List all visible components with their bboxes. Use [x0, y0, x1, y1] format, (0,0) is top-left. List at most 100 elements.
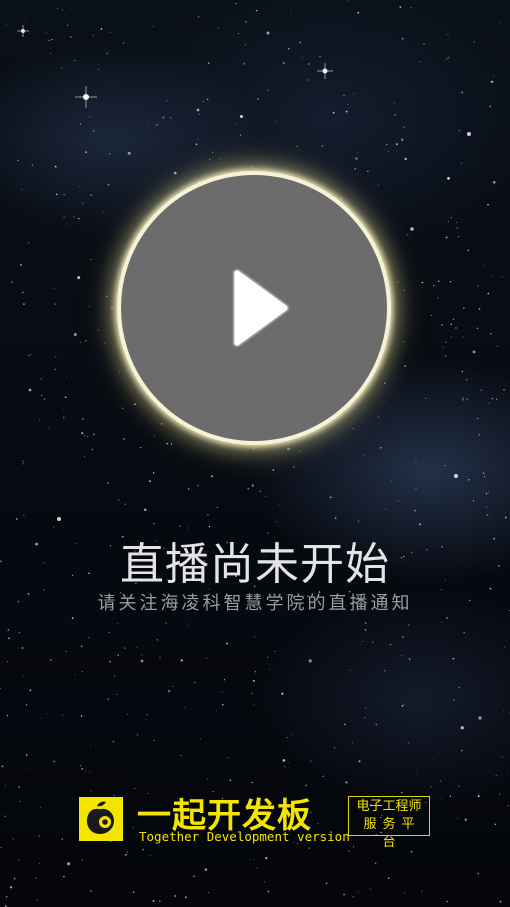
star: [65, 650, 68, 653]
star: [353, 93, 355, 95]
star: [25, 704, 28, 706]
star: [274, 886, 276, 887]
star: [71, 617, 74, 619]
star: [348, 865, 350, 867]
star: [364, 622, 367, 624]
star: [90, 890, 92, 892]
star: [387, 877, 390, 879]
star: [90, 258, 92, 260]
star: [40, 378, 42, 380]
star: [222, 704, 224, 706]
star: [254, 671, 257, 673]
star: [197, 16, 200, 18]
star: [187, 487, 190, 490]
star: [460, 162, 463, 165]
star: [495, 398, 498, 400]
star: [362, 641, 364, 643]
star: [404, 365, 406, 367]
play-button[interactable]: [117, 171, 391, 445]
star: [410, 7, 412, 9]
star: [396, 143, 398, 145]
star: [81, 768, 83, 770]
star: [211, 475, 213, 478]
star: [450, 323, 452, 326]
star: [149, 480, 151, 482]
star: [391, 480, 393, 482]
star: [193, 875, 195, 877]
star: [6, 896, 8, 898]
star: [20, 264, 22, 266]
star: [31, 164, 34, 166]
star: [140, 447, 142, 449]
star: [243, 63, 246, 65]
star: [437, 297, 439, 299]
star: [347, 0, 348, 2]
star: [364, 454, 366, 456]
star: [407, 741, 410, 744]
star: [29, 689, 32, 691]
star: [91, 448, 94, 451]
star: [25, 754, 28, 756]
star: [172, 685, 174, 687]
star: [430, 785, 432, 788]
star: [487, 491, 489, 493]
star: [259, 490, 262, 492]
star: [238, 32, 239, 34]
star: [485, 492, 488, 495]
star: [82, 859, 83, 861]
star: [50, 659, 52, 661]
star: [80, 765, 82, 767]
star: [501, 756, 503, 758]
star: [476, 285, 479, 287]
star: [415, 461, 417, 463]
star: [84, 435, 86, 437]
star: [340, 197, 342, 200]
star: [92, 130, 95, 132]
star: [507, 805, 509, 807]
star: [499, 900, 502, 903]
star: [345, 781, 348, 784]
star: [508, 773, 510, 775]
star: [444, 355, 447, 357]
star: [116, 694, 118, 696]
star: [372, 641, 374, 644]
star: [62, 714, 64, 716]
star: [26, 767, 28, 769]
star: [53, 760, 55, 763]
star: [308, 63, 310, 65]
star: [275, 121, 277, 123]
star: [19, 800, 21, 803]
star: [198, 113, 200, 115]
star: [472, 350, 476, 354]
star: [343, 893, 345, 896]
star: [450, 217, 452, 219]
star: [54, 368, 56, 370]
star: [462, 336, 464, 338]
star: [197, 484, 199, 487]
star: [296, 145, 298, 148]
star: [197, 139, 199, 140]
star: [212, 151, 214, 154]
live-stream-screen: 直播尚未开始 请关注海凌科智慧学院的直播通知 一起开发板 Together De…: [0, 0, 510, 907]
star: [478, 308, 481, 310]
star: [415, 772, 417, 774]
starfield-background: [0, 0, 510, 907]
star: [491, 398, 493, 400]
star: [384, 401, 386, 403]
star: [256, 867, 258, 869]
star: [6, 661, 8, 662]
star: [89, 771, 91, 773]
star: [0, 688, 1, 689]
star: [235, 123, 237, 125]
star: [432, 759, 434, 761]
star: [180, 754, 182, 757]
star: [486, 506, 488, 508]
star: [13, 877, 16, 880]
star: [18, 631, 21, 634]
star: [477, 872, 480, 875]
star: [149, 854, 151, 856]
star: [66, 375, 68, 377]
star: [282, 759, 286, 762]
star: [127, 713, 128, 715]
star: [207, 778, 209, 780]
